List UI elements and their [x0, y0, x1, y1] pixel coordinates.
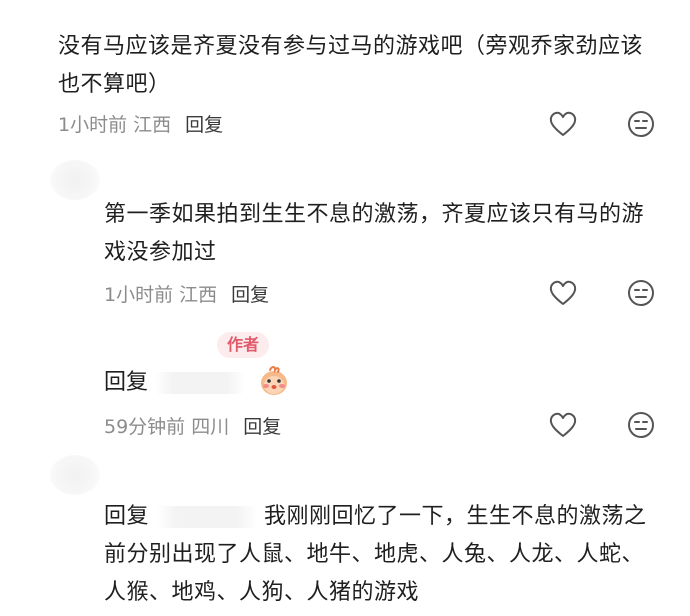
meh-face-icon	[628, 412, 654, 438]
comment-location: 江西	[133, 114, 172, 136]
like-button[interactable]	[548, 410, 578, 440]
like-button[interactable]	[548, 109, 578, 139]
mentioned-username[interactable]	[156, 506, 257, 528]
reply-button[interactable]: 回复	[185, 110, 223, 137]
comment-text-segment: 我刚刚回忆了一下，生生不息的激荡之	[264, 504, 647, 529]
heart-outline-icon	[549, 280, 577, 305]
comment-text-line-1: 回复 我刚刚回忆了一下，生生不息的激荡之	[104, 498, 684, 536]
comment-1-meta: 1小时前 江西 回复	[58, 110, 223, 137]
comment-text-line-2: 戏没参加过	[104, 240, 217, 265]
comment-text-line-1: 没有马应该是齐夏没有参与过马的游戏吧（旁观乔家劲应该	[58, 34, 644, 59]
comment-text-line-3: 人猴、地鸡、人狗、人猪的游戏	[104, 580, 420, 605]
comment-location: 四川	[191, 416, 230, 438]
dislike-button[interactable]	[626, 278, 656, 308]
mentioned-username[interactable]	[155, 372, 246, 394]
comment-2-meta: 1小时前 江西 回复	[104, 280, 269, 307]
dislike-button[interactable]	[626, 410, 656, 440]
reply-prefix: 回复	[104, 370, 149, 395]
comment-text-line-1: 第一季如果拍到生生不息的激荡，齐夏应该只有马的游	[104, 202, 645, 227]
meh-face-icon	[628, 111, 654, 137]
comment-text-line-2: 也不算吧）	[58, 72, 171, 97]
comment-time: 1小时前	[58, 114, 128, 136]
author-badge: 作者	[217, 332, 270, 358]
blushing-bird-emoji	[261, 366, 287, 395]
comment-4-text: 回复 我刚刚回忆了一下，生生不息的激荡之 前分别出现了人鼠、地牛、地虎、人兔、人…	[104, 498, 684, 612]
comment-time: 1小时前	[104, 284, 174, 306]
heart-outline-icon	[549, 111, 577, 136]
comment-text-line-2: 前分别出现了人鼠、地牛、地虎、人兔、人龙、人蛇、	[104, 542, 645, 567]
heart-outline-icon	[549, 412, 577, 437]
comment-text: 没有马应该是齐夏没有参与过马的游戏吧（旁观乔家劲应该 也不算吧）	[58, 28, 678, 104]
comment-3-text: 回复	[104, 364, 246, 402]
comment-time: 59分钟前	[104, 416, 186, 438]
comment-3-meta: 59分钟前 四川 回复	[104, 412, 281, 439]
avatar[interactable]	[50, 160, 100, 200]
reply-button[interactable]: 回复	[231, 280, 269, 307]
dislike-button[interactable]	[626, 109, 656, 139]
comment-2-text: 第一季如果拍到生生不息的激荡，齐夏应该只有马的游 戏没参加过	[104, 196, 684, 272]
meh-face-icon	[628, 280, 654, 306]
comment-location: 江西	[179, 284, 218, 306]
avatar[interactable]	[50, 455, 100, 495]
like-button[interactable]	[548, 278, 578, 308]
reply-prefix: 回复	[104, 504, 150, 529]
reply-button[interactable]: 回复	[243, 412, 281, 439]
